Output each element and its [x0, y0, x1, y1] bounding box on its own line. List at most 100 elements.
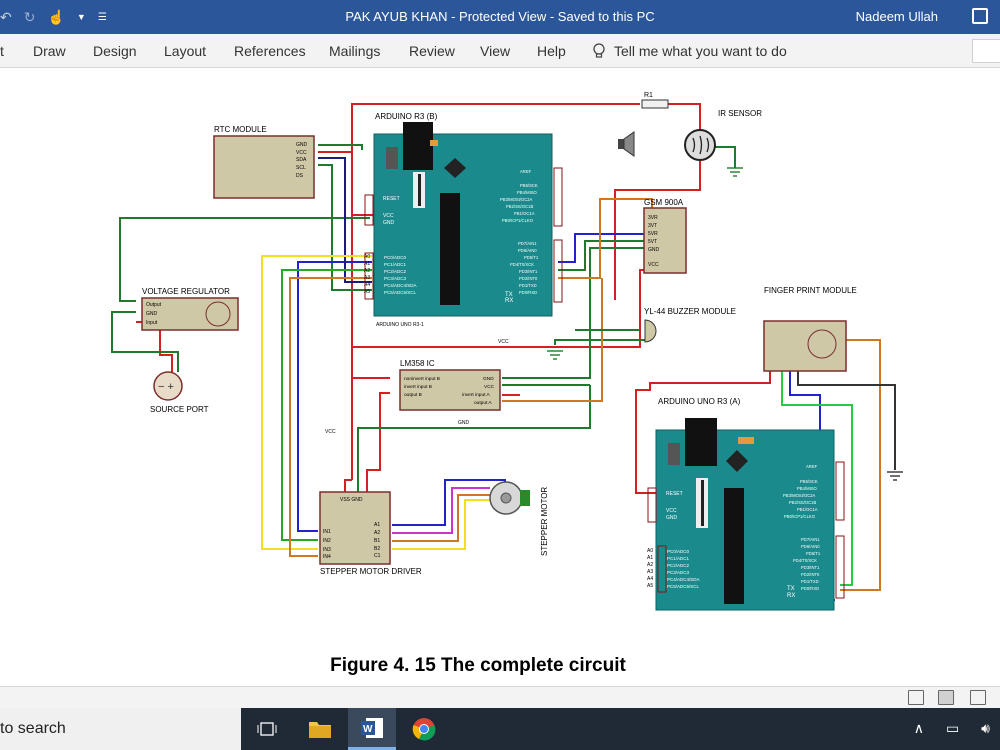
arduino-b-sub: ARDUINO UNO R3-1 [376, 322, 424, 328]
driver-in-label: IN1 [323, 529, 331, 535]
web-layout-icon[interactable] [970, 690, 986, 705]
tx-label: TX [787, 586, 795, 592]
wire-green-gsm [558, 240, 652, 271]
user-name[interactable]: Nadeem Ullah [856, 9, 938, 24]
reset-label: RESET [666, 491, 683, 497]
speaker-icon [618, 131, 635, 157]
vreg-label: VOLTAGE REGULATOR [142, 287, 230, 296]
finger-label: FINGER PRINT MODULE [764, 286, 857, 295]
volume-icon[interactable]: 🔊︎ [981, 720, 990, 737]
driver-in-label: IN4 [323, 554, 331, 560]
driver-label: STEPPER MOTOR DRIVER [320, 567, 422, 576]
gsm-pin-label: 3VR [648, 215, 658, 221]
undo-icon[interactable]: ↶ [0, 9, 12, 26]
chrome-icon[interactable] [400, 708, 448, 750]
svg-text:− +: − + [158, 381, 174, 393]
tab-view[interactable]: View [480, 43, 510, 59]
pin-label: PD1/TXD [519, 283, 537, 288]
a-pin-num: A0 [647, 548, 653, 554]
driver-in-label: IN2 [323, 538, 331, 544]
gnd-label: GND [383, 220, 395, 226]
gsm-pin-label: 5VR [648, 231, 658, 237]
title-separator-2: - [546, 9, 558, 24]
pin-label: PC0/ADC0 [384, 255, 407, 260]
ribbon-display-icon[interactable] [972, 8, 988, 24]
lm-pin-label: invert input A [462, 392, 491, 398]
tell-me-box[interactable]: Tell me what you want to do [592, 43, 787, 59]
a-pin-num: A2 [647, 562, 653, 568]
tab-help[interactable]: Help [537, 43, 566, 59]
vreg-pin-label: GND [146, 311, 158, 317]
document-page: RTC MODULE GND VCC SDA SCL DS ARDUINO R3… [0, 68, 1000, 686]
chevron-down-icon[interactable]: ▼ [77, 12, 86, 22]
microcontroller-chip [724, 488, 744, 604]
tab-review[interactable]: Review [409, 43, 455, 59]
reset-label: RESET [383, 196, 400, 202]
tab-layout[interactable]: Layout [164, 43, 206, 59]
resistor-r1 [641, 99, 669, 109]
tab-draw[interactable]: Draw [33, 43, 66, 59]
pin-label: PB2/SS/OC1B [789, 500, 816, 505]
pin-label: PD0/RXD [519, 290, 537, 295]
vreg-pin-label: Output [146, 302, 162, 308]
lm-pin-label: invert input B [404, 384, 432, 390]
pin-label: PB4/MISO [517, 190, 538, 195]
pin-label: PD7/AIN1 [801, 537, 820, 542]
touch-mode-icon[interactable]: ☝ [47, 9, 64, 26]
tab-insert[interactable]: t [0, 43, 4, 59]
print-layout-icon[interactable] [938, 690, 954, 705]
pin-label: PC2/ADC2 [384, 269, 407, 274]
pin-label: PD2/INT0 [519, 276, 538, 281]
windows-taskbar: to search W ∧ ▭ 🔊︎ [0, 708, 1000, 750]
pin-label: PC1/ADC1 [667, 556, 690, 561]
buzzer-label: YL-44 BUZZER MODULE [644, 307, 736, 316]
ground-symbol [727, 167, 743, 177]
tab-mailings[interactable]: Mailings [329, 43, 380, 59]
quick-access-toolbar: ↶ ↻ ☝ ▼ ☰ [0, 7, 107, 27]
svg-text:W: W [363, 724, 373, 735]
arduino-a-board: RESET VCC GND TX RX AREF PB5/SCK PB4/MIS… [647, 418, 845, 611]
arduino-a-label: ARDUINO UNO R3 (A) [658, 397, 741, 406]
redo-icon[interactable]: ↻ [24, 9, 36, 26]
tab-design[interactable]: Design [93, 43, 137, 59]
wire-blue-driver [297, 261, 372, 532]
figure-caption: Figure 4. 15 The complete circuit [330, 655, 626, 676]
pin-label: PD2/INT0 [801, 572, 820, 577]
gnd-label: GND [666, 515, 678, 521]
wire-orange-fp [840, 339, 881, 591]
customize-qat-icon[interactable]: ☰ [98, 12, 107, 23]
lightbulb-icon [593, 43, 605, 58]
vcc-side-label: VCC [325, 429, 336, 435]
pin-label: PB1/OC1A [797, 507, 818, 512]
window-title: PAK AYUB KHAN - Protected View - Saved t… [0, 9, 1000, 24]
pin-label: PC1/ADC1 [384, 262, 407, 267]
arduino-b-label: ARDUINO R3 (B) [375, 112, 438, 121]
wire-orange-gsm [558, 198, 653, 279]
driver-out-label: A1 [374, 522, 380, 528]
chevron-up-icon[interactable]: ∧ [914, 720, 924, 737]
task-view-icon[interactable] [243, 708, 291, 750]
rtc-pin-label: DS [296, 173, 304, 179]
pin-label: PB5/SCK [800, 479, 818, 484]
rtc-label: RTC MODULE [214, 125, 267, 134]
wire-red-driver [366, 405, 381, 493]
rtc-pin-label: SCL [296, 165, 306, 171]
gsm-label: GSM 900A [644, 198, 684, 207]
driver-out-label: B1 [374, 538, 380, 544]
word-app-icon[interactable]: W [348, 708, 396, 750]
rx-label: RX [505, 298, 513, 304]
driver-out-label: A2 [374, 530, 380, 536]
file-explorer-icon[interactable] [296, 708, 344, 750]
battery-icon[interactable]: ▭ [946, 720, 959, 737]
gsm-pin-label: GND [648, 247, 660, 253]
a-pin-num: A4 [647, 576, 653, 582]
pin-label: PD5/T1 [524, 255, 539, 260]
tab-references[interactable]: References [234, 43, 306, 59]
pin-label: PC3/ADC3 [384, 276, 407, 281]
share-button[interactable] [972, 39, 1000, 63]
usb-connector [403, 122, 433, 170]
read-mode-icon[interactable] [908, 690, 924, 705]
taskbar-search[interactable]: to search [0, 708, 241, 750]
arduino-a-a-numbers: A0 A1 A2 A3 A4 A5 [647, 548, 653, 589]
pin-label: PD3/INT1 [801, 565, 820, 570]
